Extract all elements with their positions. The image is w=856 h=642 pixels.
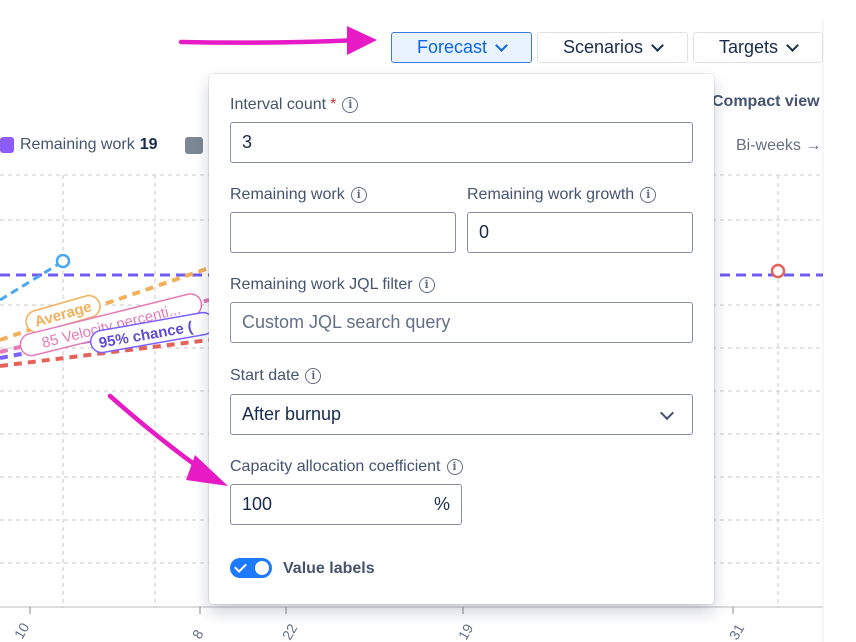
- chevron-down-icon: [659, 405, 675, 421]
- jql-filter-placeholder: Custom JQL search query: [242, 312, 451, 332]
- capacity-value: 100: [242, 494, 273, 514]
- info-icon[interactable]: i: [350, 187, 367, 203]
- remaining-work-label: Remaining work i: [230, 186, 367, 204]
- check-icon: [234, 560, 247, 573]
- x-tick-label: 19: [455, 621, 477, 642]
- x-tick-label: 31: [726, 621, 748, 642]
- target-point: [770, 263, 786, 279]
- jql-filter-input[interactable]: Custom JQL search query: [230, 302, 693, 343]
- scenarios-button[interactable]: Scenarios: [537, 32, 688, 63]
- capacity-input[interactable]: 100 %: [230, 484, 462, 525]
- period-selector[interactable]: Bi-weeks →: [736, 137, 821, 155]
- chart-legend: Remaining work 19: [0, 136, 158, 154]
- capacity-label: Capacity allocation coefficient i: [230, 458, 463, 476]
- legend-remaining-work-label: Remaining work: [20, 136, 135, 153]
- start-date-value: After burnup: [242, 404, 342, 424]
- targets-button-label: Targets: [718, 37, 779, 57]
- targets-button[interactable]: Targets: [693, 32, 823, 63]
- jql-filter-text: Remaining work JQL filter: [230, 276, 413, 293]
- forecast-button[interactable]: Forecast: [391, 32, 532, 63]
- info-icon[interactable]: i: [446, 459, 463, 475]
- remaining-work-growth-label: Remaining work growth i: [467, 186, 657, 204]
- capacity-text: Capacity allocation coefficient: [230, 458, 441, 475]
- remaining-work-growth-value: 0: [479, 222, 490, 242]
- interval-count-label: Interval count * i: [230, 96, 359, 114]
- remaining-work-swatch[interactable]: [0, 137, 14, 153]
- x-tick-label: 8: [189, 627, 207, 642]
- compact-view-toggle[interactable]: Compact view: [712, 93, 820, 111]
- x-tick-label: 10: [11, 620, 33, 642]
- forecast-settings-popup: Interval count * i 3 Remaining work i Re…: [209, 74, 714, 604]
- start-date-label: Start date i: [230, 367, 322, 385]
- info-icon[interactable]: i: [342, 97, 359, 113]
- legend-remaining-work-value: 19: [139, 136, 158, 153]
- interval-count-text: Interval count: [230, 96, 327, 113]
- remaining-work-growth-input[interactable]: 0: [467, 212, 693, 253]
- start-date-text: Start date: [230, 367, 300, 384]
- start-date-select[interactable]: After burnup: [230, 394, 693, 435]
- burnup-point: [55, 253, 71, 269]
- jql-filter-label: Remaining work JQL filter i: [230, 276, 435, 294]
- info-icon[interactable]: i: [418, 277, 435, 293]
- interval-count-input[interactable]: 3: [230, 122, 693, 163]
- remaining-work-input[interactable]: [230, 212, 456, 253]
- remaining-work-growth-text: Remaining work growth: [467, 186, 635, 203]
- info-icon[interactable]: i: [305, 368, 322, 384]
- percent-unit: %: [433, 494, 450, 514]
- interval-count-value: 3: [242, 132, 253, 152]
- value-labels-label: Value labels: [283, 560, 375, 577]
- scenarios-button-label: Scenarios: [562, 37, 644, 57]
- value-labels-toggle[interactable]: [230, 558, 272, 578]
- forecast-button-label: Forecast: [416, 37, 488, 57]
- required-marker: *: [330, 96, 337, 113]
- chevron-down-icon: [651, 39, 664, 52]
- burnup-line: [0, 260, 63, 302]
- info-icon[interactable]: i: [640, 187, 657, 203]
- chevron-down-icon: [495, 39, 508, 52]
- chevron-down-icon: [786, 39, 799, 52]
- x-tick-label: 22: [279, 621, 301, 642]
- legend-second-swatch[interactable]: [185, 137, 203, 154]
- toggle-knob: [255, 561, 269, 575]
- remaining-work-text: Remaining work: [230, 186, 345, 203]
